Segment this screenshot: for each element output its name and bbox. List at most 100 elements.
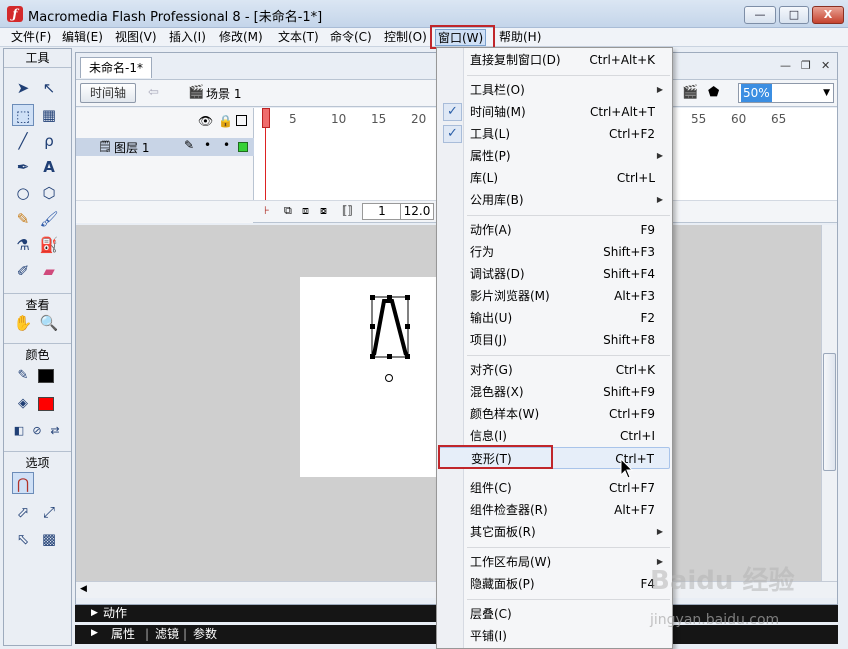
menu-item-align[interactable]: 对齐(G) Ctrl+K [439,359,670,381]
oval-tool-icon[interactable]: ○ [12,182,34,204]
free-transform-tool-icon[interactable]: ⬚ [12,104,34,126]
menu-item-color-mixer[interactable]: 混色器(X) Shift+F9 [439,381,670,403]
menu-item-cascade[interactable]: 层叠(C) [439,603,670,625]
layer-outline-color[interactable] [238,142,248,152]
menu-item-other-panels[interactable]: 其它面板(R) ▶ [439,521,670,543]
swap-colors-icon[interactable]: ⇄ [44,420,66,442]
doc-restore-icon[interactable]: ❐ [801,59,811,72]
scale-icon[interactable]: ⤢ [38,501,60,523]
show-hide-layers-icon[interactable]: 👁 [198,114,213,128]
hand-tool-icon[interactable]: ✋ [12,312,34,334]
minimize-button[interactable]: — [744,6,776,24]
distort-icon[interactable]: ⬁ [12,528,34,550]
fill-color-swatch[interactable] [38,397,54,411]
menu-view[interactable]: 视图(V) [113,29,159,46]
brush-tool-icon[interactable]: 🖌 [38,208,60,230]
filters-tab[interactable]: 滤镜 [155,626,179,642]
playhead[interactable] [262,108,270,208]
close-button[interactable]: X [812,6,844,24]
lasso-tool-icon[interactable]: ρ [38,130,60,152]
center-frame-icon[interactable]: ⊦ [264,204,270,217]
menu-text[interactable]: 文本(T) [276,29,321,46]
outline-layers-icon[interactable] [236,115,247,126]
menu-control[interactable]: 控制(O) [382,29,429,46]
menu-item-transform[interactable]: 变形(T) Ctrl+T [439,447,670,469]
menu-item-debugger[interactable]: 调试器(D) Shift+F4 [439,263,670,285]
chevron-down-icon[interactable]: ▼ [823,84,830,102]
menu-item-toolbars[interactable]: 工具栏(O) ▶ [439,79,670,101]
menu-commands[interactable]: 命令(C) [328,29,374,46]
menu-item-properties[interactable]: 属性(P) ▶ [439,145,670,167]
pencil-tool-icon[interactable]: ✎ [12,208,34,230]
selection-tool-icon[interactable]: ➤ [12,77,34,99]
stroke-color-swatch[interactable] [38,369,54,383]
line-tool-icon[interactable]: ╱ [12,130,34,152]
selected-shape[interactable] [300,277,440,477]
menu-item-tile[interactable]: 平铺(I) [439,625,670,647]
menu-help[interactable]: 帮助(H) [497,29,543,46]
pen-tool-icon[interactable]: ✒ [12,156,34,178]
onion-outline-icon[interactable]: ⧈ [302,204,309,218]
menu-insert[interactable]: 插入(I) [167,29,208,46]
timeline-toggle-button[interactable]: 时间轴 [80,83,136,103]
menu-item-component-inspector[interactable]: 组件检查器(R) Alt+F7 [439,499,670,521]
menu-item-timeline[interactable]: ✓ 时间轴(M) Ctrl+Alt+T [439,101,670,123]
menu-item-color-swatches[interactable]: 颜色样本(W) Ctrl+F9 [439,403,670,425]
menu-item-tools[interactable]: ✓ 工具(L) Ctrl+F2 [439,123,670,145]
menu-item-common-libraries[interactable]: 公用库(B) ▶ [439,189,670,211]
menu-item-components[interactable]: 组件(C) Ctrl+F7 [439,477,670,499]
menu-item-behaviors[interactable]: 行为 Shift+F3 [439,241,670,263]
vertical-scrollbar[interactable] [821,225,837,581]
edit-scene-icon[interactable]: 🎬 [682,85,698,100]
vertical-scroll-thumb[interactable] [823,353,836,471]
modify-onion-markers-icon[interactable]: ⟦⟧ [342,204,353,217]
menu-item-info[interactable]: 信息(I) Ctrl+I [439,425,670,447]
snap-to-objects-icon[interactable]: ⋂ [12,472,34,494]
back-arrow-icon[interactable]: ⇦ [148,85,159,100]
envelope-icon[interactable]: ▩ [38,528,60,550]
ink-bottle-tool-icon[interactable]: ⚗ [12,234,34,256]
doc-minimize-icon[interactable]: — [780,59,791,72]
menu-edit[interactable]: 编辑(E) [60,29,105,46]
menu-item-duplicate-window[interactable]: 直接复制窗口(D) Ctrl+Alt+K [439,49,670,71]
rotate-skew-icon[interactable]: ⬀ [12,501,34,523]
lock-dot[interactable]: • [223,138,230,152]
menu-separator [467,215,670,216]
eraser-tool-icon[interactable]: ▰ [38,260,60,282]
menu-item-workspace-layout[interactable]: 工作区布局(W) ▶ [439,551,670,573]
current-frame-field[interactable]: 1 [362,203,402,220]
zoom-tool-icon[interactable]: 🔍 [38,312,60,334]
stage-canvas[interactable] [300,277,440,477]
scroll-left-icon[interactable]: ◀ [80,584,87,594]
paint-bucket-tool-icon[interactable]: ⛽ [38,234,60,256]
menu-file[interactable]: 文件(F) [9,29,53,46]
lock-layers-icon[interactable]: 🔒 [218,114,233,128]
zoom-select[interactable]: 50% ▼ [738,83,834,103]
menu-window[interactable]: 窗口(W) [435,29,487,46]
layer-row[interactable]: 🗒 图层 1 ✎ • • [76,138,254,156]
doc-close-icon[interactable]: ✕ [821,59,830,72]
menu-item-project[interactable]: 项目(J) Shift+F8 [439,329,670,351]
menu-item-library[interactable]: 库(L) Ctrl+L [439,167,670,189]
expand-arrow-icon[interactable]: ▶ [91,605,98,621]
eyedropper-tool-icon[interactable]: ✐ [12,260,34,282]
menu-item-output[interactable]: 输出(U) F2 [439,307,670,329]
menu-modify[interactable]: 修改(M) [217,29,265,46]
frame-rate-field[interactable]: 12.0 [400,203,434,220]
parameters-tab[interactable]: 参数 [193,626,217,642]
visible-dot[interactable]: • [204,138,211,152]
maximize-button[interactable]: □ [779,6,809,24]
onion-skin-icon[interactable]: ⧉ [284,204,292,218]
polystar-tool-icon[interactable]: ⬡ [38,182,60,204]
menu-item-hide-panels[interactable]: 隐藏面板(P) F4 [439,573,670,595]
subselection-tool-icon[interactable]: ↖ [38,77,60,99]
menu-item-movie-explorer[interactable]: 影片浏览器(M) Alt+F3 [439,285,670,307]
gradient-transform-tool-icon[interactable]: ▦ [38,104,60,126]
edit-symbols-icon[interactable]: ⬟ [708,85,719,100]
menu-item-actions[interactable]: 动作(A) F9 [439,219,670,241]
expand-arrow-icon[interactable]: ▶ [91,625,98,641]
edit-multiple-frames-icon[interactable]: ⧇ [320,204,327,218]
text-tool-icon[interactable]: A [38,156,60,178]
properties-tab[interactable]: 属性 [111,626,135,642]
document-tab[interactable]: 未命名-1* [80,57,152,78]
